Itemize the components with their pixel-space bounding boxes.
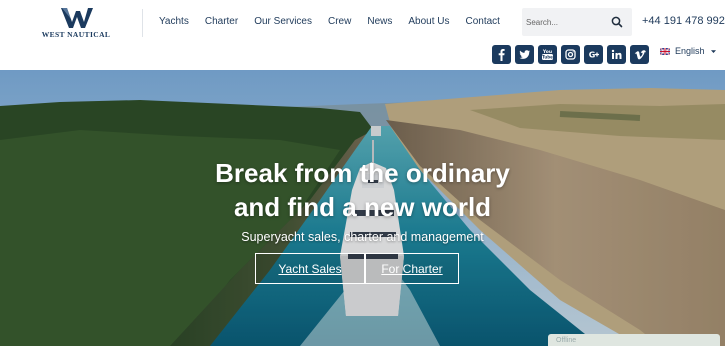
language-selector[interactable]: English: [660, 46, 716, 56]
brand-name: WEST NAUTICAL: [41, 30, 111, 39]
brand-logo[interactable]: WEST NAUTICAL: [36, 7, 116, 41]
svg-text:Tube: Tube: [542, 55, 553, 60]
chat-status: Offline: [556, 337, 577, 344]
facebook-icon[interactable]: [492, 45, 511, 64]
hero-banner: Break from the ordinary and find a new w…: [0, 70, 725, 346]
for-charter-button[interactable]: For Charter: [365, 253, 459, 284]
chat-widget[interactable]: Offline: [548, 334, 720, 346]
language-label: English: [675, 46, 705, 56]
uk-flag-icon: [660, 47, 670, 55]
google-plus-icon[interactable]: G: [584, 45, 603, 64]
nav-divider: [142, 9, 143, 37]
site-header: WEST NAUTICAL Yachts Charter Our Service…: [0, 0, 725, 70]
main-nav: Yachts Charter Our Services Crew News Ab…: [159, 16, 500, 30]
chevron-down-icon: [710, 49, 716, 53]
instagram-icon[interactable]: [561, 45, 580, 64]
hero-title: Break from the ordinary and find a new w…: [0, 156, 725, 224]
search-icon[interactable]: [610, 15, 624, 29]
nav-yachts[interactable]: Yachts: [159, 16, 189, 30]
vimeo-icon[interactable]: [630, 45, 649, 64]
phone-number[interactable]: +44 191 478 9920: [642, 15, 725, 27]
twitter-icon[interactable]: [515, 45, 534, 64]
search-box: [522, 8, 632, 36]
nav-contact[interactable]: Contact: [466, 16, 500, 30]
svg-text:G: G: [589, 51, 596, 60]
nav-news[interactable]: News: [367, 16, 392, 30]
yacht-sales-button[interactable]: Yacht Sales: [255, 253, 365, 284]
west-nautical-logo-mark: [61, 8, 93, 28]
nav-our-services[interactable]: Our Services: [254, 16, 312, 30]
linkedin-icon[interactable]: [607, 45, 626, 64]
social-links: You Tube G: [492, 45, 653, 64]
hero-title-line-1: Break from the ordinary: [215, 158, 510, 188]
search-input[interactable]: [526, 14, 606, 30]
nav-crew[interactable]: Crew: [328, 16, 351, 30]
nav-charter[interactable]: Charter: [205, 16, 238, 30]
hero-title-line-2: and find a new world: [233, 192, 492, 222]
nav-about-us[interactable]: About Us: [408, 16, 449, 30]
hero-subtitle: Superyacht sales, charter and management: [241, 230, 484, 244]
youtube-icon[interactable]: You Tube: [538, 45, 557, 64]
